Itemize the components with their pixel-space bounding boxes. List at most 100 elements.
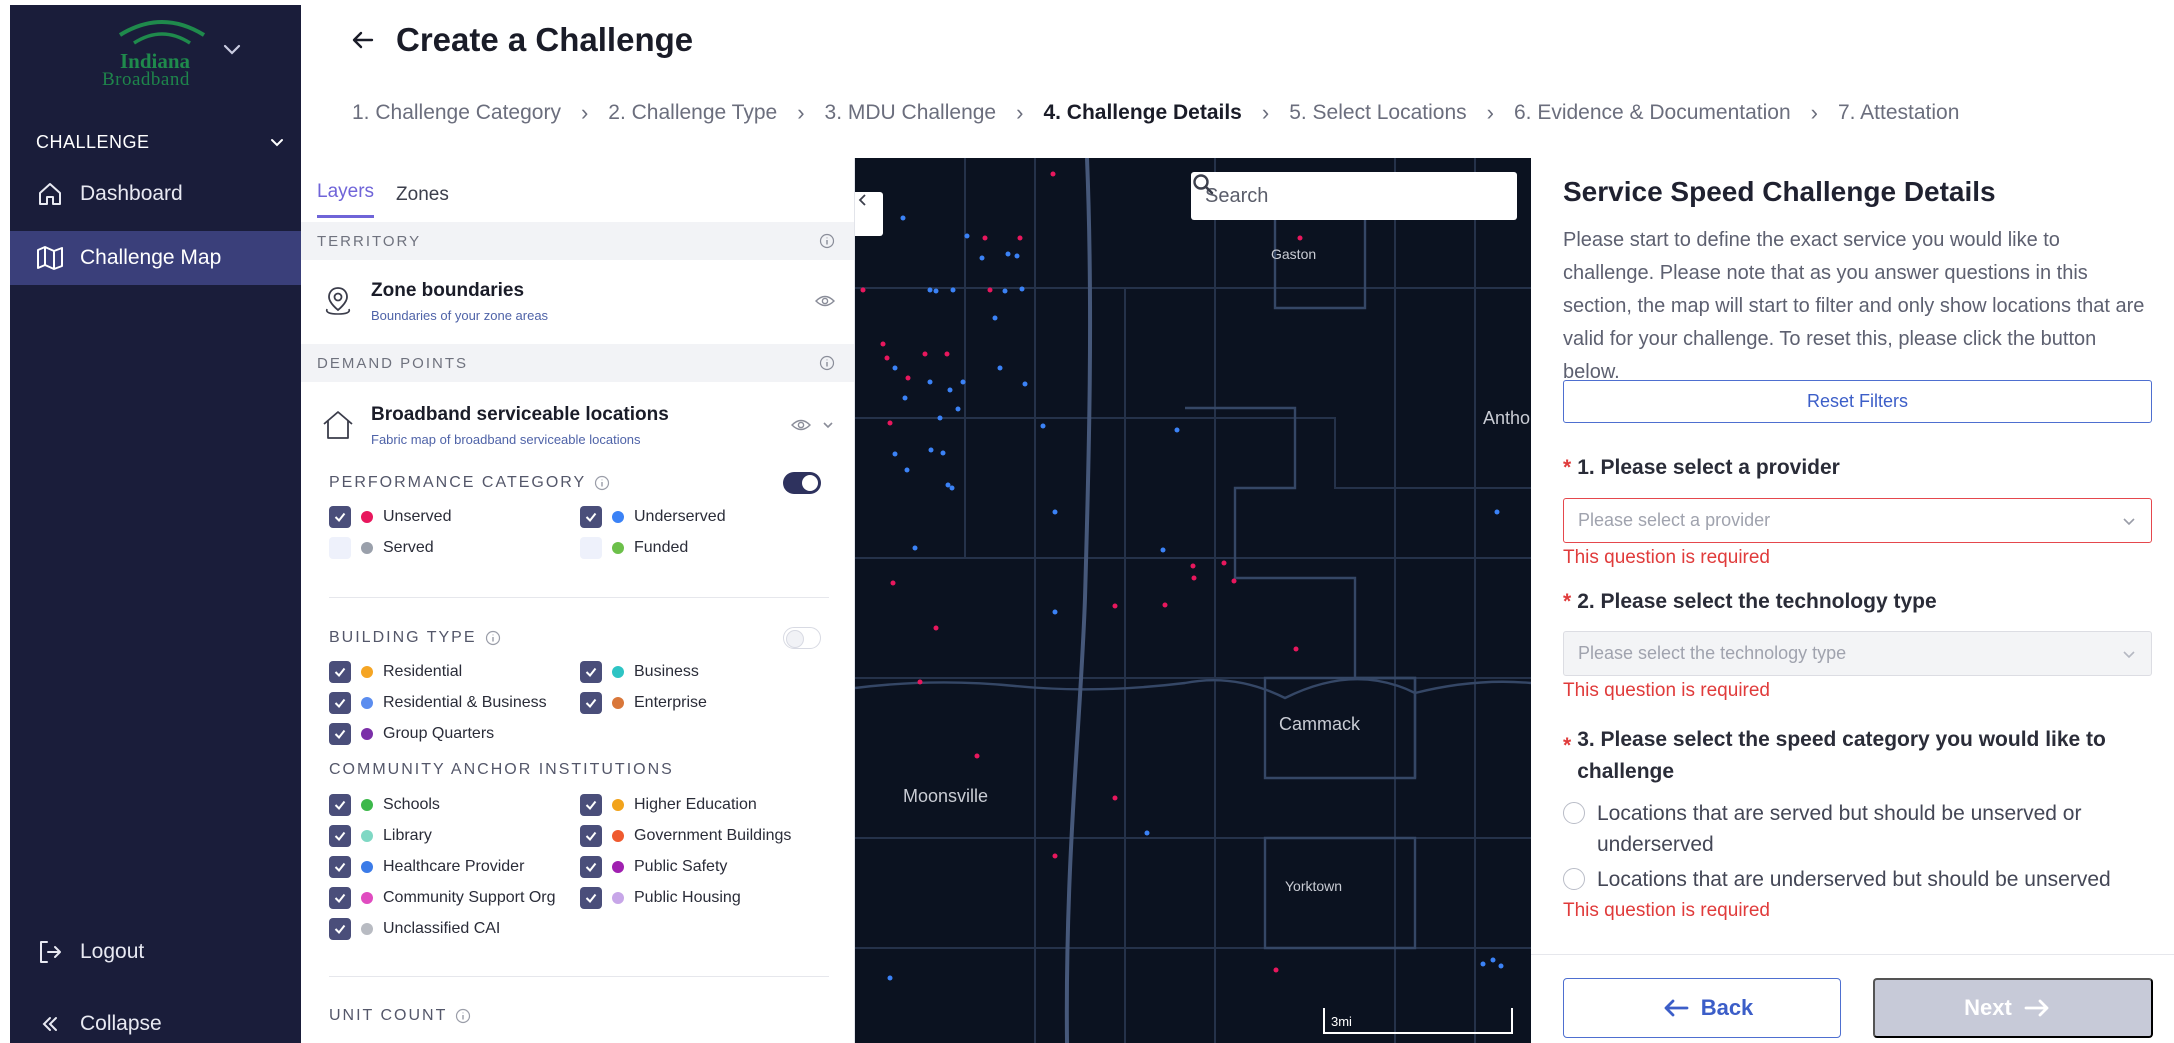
checkbox-checked-icon[interactable]: [329, 825, 351, 847]
question-speed-category-label: * 3. Please select the speed category yo…: [1563, 724, 2143, 788]
checkbox-checked-icon[interactable]: [329, 887, 351, 909]
filter-residential-business[interactable]: Residential & Business: [329, 691, 547, 715]
reset-filters-button[interactable]: Reset Filters: [1563, 380, 2152, 423]
filter-community-support-org[interactable]: Community Support Org: [329, 886, 556, 910]
filter-label: Served: [383, 539, 434, 556]
provider-select[interactable]: Please select a provider: [1563, 498, 2152, 543]
info-icon[interactable]: [455, 1008, 471, 1024]
info-icon[interactable]: [485, 630, 501, 646]
filter-label: Business: [634, 663, 699, 680]
next-button[interactable]: Next: [1873, 978, 2153, 1038]
info-icon[interactable]: [594, 475, 610, 491]
speed-option-underserved-to-unserved[interactable]: Locations that are underserved but shoul…: [1563, 864, 2123, 895]
filter-library[interactable]: Library: [329, 824, 432, 848]
step-select-locations[interactable]: 5. Select Locations: [1289, 101, 1466, 125]
chevron-down-icon[interactable]: [821, 418, 835, 432]
back-button[interactable]: Back: [1563, 978, 1841, 1038]
indiana-broadband-logo[interactable]: Indiana Broadband: [98, 13, 228, 93]
filter-unserved[interactable]: Unserved: [329, 505, 451, 529]
building-type-toggle[interactable]: [783, 627, 821, 649]
legend-dot: [612, 892, 624, 904]
map-search-input[interactable]: Search: [1191, 172, 1517, 220]
checkbox-checked-icon[interactable]: [329, 794, 351, 816]
speed-option-served-to-unserved[interactable]: Locations that are served but should be …: [1563, 798, 2123, 860]
checkbox-checked-icon[interactable]: [329, 856, 351, 878]
next-button-label: Next: [1964, 995, 2012, 1020]
step-attestation[interactable]: 7. Attestation: [1838, 101, 1959, 125]
map-scale-bar: 3mi: [1323, 1008, 1513, 1034]
question-provider-label: * 1. Please select a provider: [1563, 456, 1840, 480]
checkbox-checked-icon[interactable]: [580, 794, 602, 816]
checkbox-checked-icon[interactable]: [329, 661, 351, 683]
checkbox-checked-icon[interactable]: [329, 506, 351, 528]
technology-select-placeholder: Please select the technology type: [1578, 643, 1847, 663]
sidebar-item-challenge-map[interactable]: Challenge Map: [10, 231, 301, 285]
radio-button[interactable]: [1563, 868, 1585, 890]
filter-higher-education[interactable]: Higher Education: [580, 793, 757, 817]
checkbox-checked-icon[interactable]: [580, 692, 602, 714]
collapse-panel-button[interactable]: [855, 192, 883, 236]
eye-icon[interactable]: [791, 418, 811, 432]
filter-served[interactable]: Served: [329, 536, 434, 560]
filter-label: Residential & Business: [383, 694, 547, 711]
tab-zones[interactable]: Zones: [396, 184, 449, 218]
filter-government-buildings[interactable]: Government Buildings: [580, 824, 791, 848]
map-canvas[interactable]: [855, 158, 1531, 1043]
info-icon[interactable]: [819, 233, 835, 249]
logout-button[interactable]: Logout: [10, 925, 301, 979]
sidebar-section-challenge[interactable]: CHALLENGE: [36, 127, 286, 157]
sidebar-item-dashboard[interactable]: Dashboard: [10, 167, 301, 221]
arrow-left-icon[interactable]: [348, 25, 378, 55]
checkbox-checked-icon[interactable]: [580, 506, 602, 528]
step-mdu-challenge[interactable]: 3. MDU Challenge: [825, 101, 997, 125]
filter-label: Residential: [383, 663, 463, 680]
tab-layers[interactable]: Layers: [317, 181, 375, 218]
filter-schools[interactable]: Schools: [329, 793, 440, 817]
filter-funded[interactable]: Funded: [580, 536, 688, 560]
filter-label: Healthcare Provider: [383, 858, 525, 875]
info-icon[interactable]: [819, 355, 835, 371]
collapse-button[interactable]: Collapse: [10, 997, 301, 1043]
filter-public-housing[interactable]: Public Housing: [580, 886, 741, 910]
checkbox-checked-icon[interactable]: [329, 692, 351, 714]
layer-broadband-serviceable-locations[interactable]: Broadband serviceable locations Fabric m…: [301, 386, 854, 464]
checkbox-checked-icon[interactable]: [580, 661, 602, 683]
step-evidence-documentation[interactable]: 6. Evidence & Documentation: [1514, 101, 1791, 125]
filter-label: Public Safety: [634, 858, 728, 875]
unit-count-title: UNIT COUNT: [329, 1007, 448, 1024]
legend-dot: [361, 728, 373, 740]
checkbox-checked-icon[interactable]: [580, 887, 602, 909]
step-breadcrumb: 1. Challenge Category › 2. Challenge Typ…: [352, 100, 1959, 126]
technology-type-select[interactable]: Please select the technology type: [1563, 631, 2152, 676]
checkbox-checked-icon[interactable]: [580, 856, 602, 878]
performance-category-toggle[interactable]: [783, 472, 821, 494]
layer-zone-boundaries[interactable]: Zone boundaries Boundaries of your zone …: [301, 262, 854, 340]
filter-enterprise[interactable]: Enterprise: [580, 691, 707, 715]
community-anchor-title: COMMUNITY ANCHOR INSTITUTIONS: [329, 761, 674, 778]
checkbox-unchecked-icon[interactable]: [580, 537, 602, 559]
filter-public-safety[interactable]: Public Safety: [580, 855, 727, 879]
filter-business[interactable]: Business: [580, 660, 699, 684]
step-challenge-category[interactable]: 1. Challenge Category: [352, 101, 561, 125]
challenge-map[interactable]: Search Gaston Antho Cammack Moonsville Y…: [855, 158, 1531, 1043]
radio-label: Locations that are served but should be …: [1597, 802, 2082, 856]
chevron-left-icon: [858, 194, 866, 206]
chevron-down-icon: [2123, 517, 2135, 525]
sidebar-item-label: Dashboard: [80, 182, 183, 205]
chevron-down-icon[interactable]: [218, 35, 246, 63]
checkbox-checked-icon[interactable]: [580, 825, 602, 847]
checkbox-checked-icon[interactable]: [329, 723, 351, 745]
checkbox-unchecked-icon[interactable]: [329, 537, 351, 559]
filter-healthcare-provider[interactable]: Healthcare Provider: [329, 855, 524, 879]
radio-button[interactable]: [1563, 802, 1585, 824]
checkbox-checked-icon[interactable]: [329, 918, 351, 940]
eye-icon[interactable]: [815, 294, 835, 308]
legend-dot: [361, 861, 373, 873]
step-challenge-details[interactable]: 4. Challenge Details: [1043, 101, 1241, 125]
step-challenge-type[interactable]: 2. Challenge Type: [608, 101, 777, 125]
filter-residential[interactable]: Residential: [329, 660, 462, 684]
filter-underserved[interactable]: Underserved: [580, 505, 726, 529]
page-header: Create a Challenge: [348, 18, 693, 62]
filter-group-quarters[interactable]: Group Quarters: [329, 722, 494, 746]
filter-unclassified-cai[interactable]: Unclassified CAI: [329, 917, 500, 941]
